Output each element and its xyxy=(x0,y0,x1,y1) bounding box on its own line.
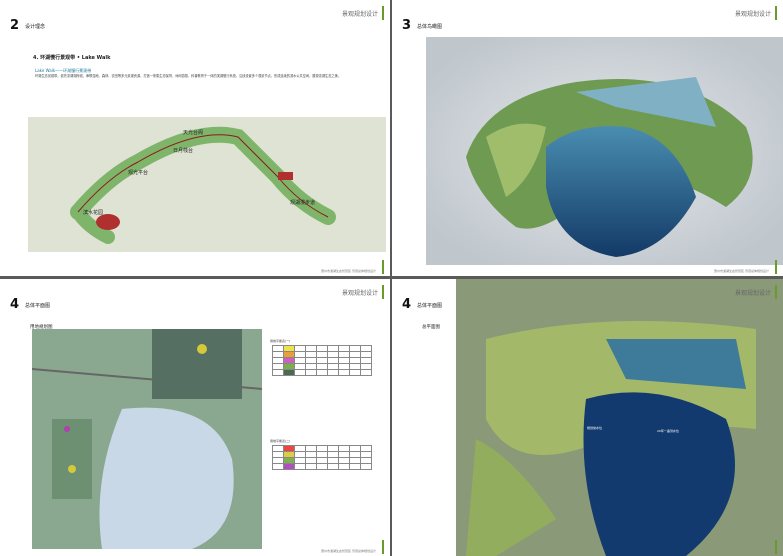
page-title: 设计理念 xyxy=(25,24,46,30)
plan-note: 规划常水位 xyxy=(587,426,603,430)
map-label: 日月栈台 xyxy=(173,148,194,154)
brand-bar xyxy=(382,6,384,20)
brand-bar xyxy=(775,285,777,299)
page-footer: 惠州市潼湖生态智慧区·景观总体规划设计 xyxy=(321,549,376,553)
section-heading: 4. 环湖慢行景观带 • Lake Walk xyxy=(33,55,111,61)
map-label: 观光平台 xyxy=(128,170,149,176)
page-footer: 惠州市潼湖生态智慧区·景观总体规划设计 xyxy=(714,269,769,273)
page-design-concept: 2 设计理念 景观规划设计 4. 环湖慢行景观带 • Lake Walk Lak… xyxy=(0,0,390,276)
page-number: 2 xyxy=(10,18,20,33)
brand-bar xyxy=(382,285,384,299)
master-plan-image xyxy=(456,279,783,556)
brand-label: 景观规划设计 xyxy=(341,11,378,18)
body-text: 环湖生态景观带，依托潼湖湖岸线，串联湿地、森林、农田等多元景观资源，打造一条集生… xyxy=(35,74,341,78)
page-number: 4 xyxy=(10,297,20,312)
land-use-map xyxy=(32,329,262,549)
footer-bar xyxy=(382,540,384,554)
land-use-table-1 xyxy=(272,345,372,376)
brand-label: 景观规划设计 xyxy=(734,11,771,18)
brand-label: 景观规划设计 xyxy=(734,290,771,297)
table-title-1: 用地平衡表(一) xyxy=(270,339,291,343)
map-caption: 总平面图 xyxy=(422,325,440,330)
footer-bar xyxy=(775,260,777,274)
page-title: 总体平面图 xyxy=(25,303,51,309)
page-title: 总体平面图 xyxy=(417,303,443,309)
table-title-2: 用地平衡表(二) xyxy=(270,439,291,443)
page-title: 总体鸟瞰图 xyxy=(417,24,443,30)
page-aerial-view: 3 总体鸟瞰图 景观规划设计 惠州市潼湖生态智慧区·景观总体规划设计 xyxy=(392,0,783,276)
footer-bar xyxy=(382,260,384,274)
page-number: 3 xyxy=(402,18,412,33)
page-number: 4 xyxy=(402,297,412,312)
land-use-table-2 xyxy=(272,445,372,470)
plan-note: 20年一遇洪水位 xyxy=(657,429,679,433)
brand-bar xyxy=(775,6,777,20)
map-label: 滨水花园 xyxy=(83,210,104,216)
page-master-plan: 4 总体平面图 总平面图 景观规划设计 规划常水位 20年一遇洪水位 xyxy=(392,279,783,556)
lake-walk-map: 天光台阁 日月栈台 观光平台 滨水花园 观湖漫步道 xyxy=(28,117,386,252)
footer-bar xyxy=(775,540,777,554)
aerial-image xyxy=(426,37,783,265)
lake-walk-route xyxy=(28,117,386,252)
brand-label: 景观规划设计 xyxy=(341,290,378,297)
page-footer: 惠州市潼湖生态智慧区·景观总体规划设计 xyxy=(321,269,376,273)
map-label: 天光台阁 xyxy=(183,130,204,136)
map-label: 观湖漫步道 xyxy=(290,200,316,206)
page-land-use-plan: 4 总体平面图 景观规划设计 用地规划图 用地平衡表(一) 用地平衡表(二) 惠… xyxy=(0,279,390,556)
